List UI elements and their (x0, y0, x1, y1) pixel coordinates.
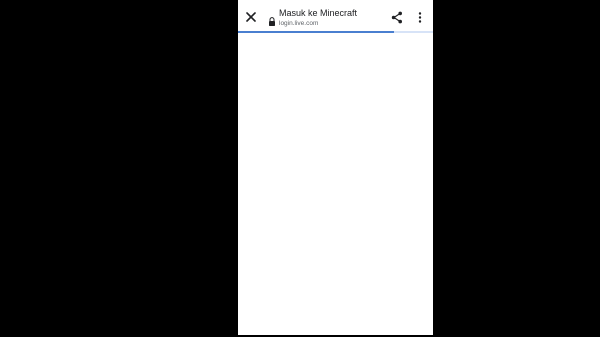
page-url: login.live.com (279, 20, 319, 27)
more-options-button[interactable] (417, 11, 423, 24)
letterbox-background: Masuk ke Minecraft login.live.com (0, 0, 600, 337)
close-button[interactable] (244, 10, 258, 24)
web-content-area[interactable] (238, 33, 433, 335)
share-button[interactable] (391, 11, 403, 24)
custom-tab-toolbar: Masuk ke Minecraft login.live.com (238, 0, 433, 31)
phone-screen: Masuk ke Minecraft login.live.com (238, 0, 433, 335)
share-icon (391, 11, 402, 24)
page-title: Masuk ke Minecraft (279, 8, 358, 18)
lock-icon (268, 13, 276, 26)
more-vert-icon (418, 12, 422, 23)
close-icon (246, 12, 256, 22)
page-title-block[interactable]: Masuk ke Minecraft login.live.com (279, 8, 399, 28)
